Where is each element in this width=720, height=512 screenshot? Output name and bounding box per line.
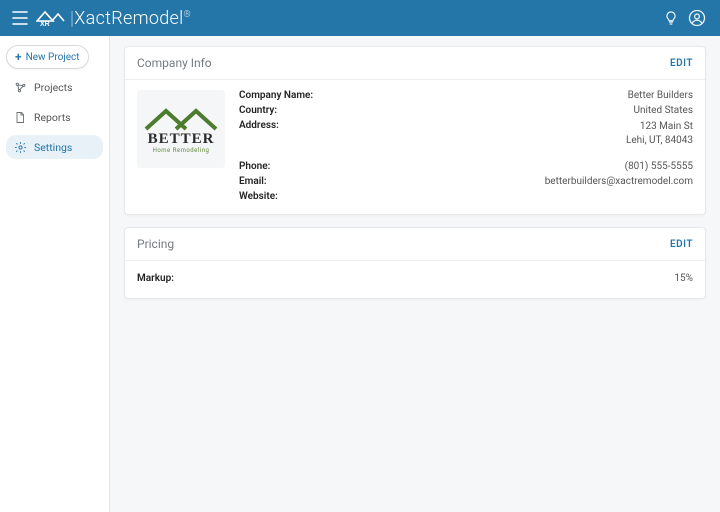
sidebar: + New Project Projects Reports Settings xyxy=(0,36,110,512)
reports-icon xyxy=(13,110,27,124)
markup-value: 15% xyxy=(674,273,693,284)
phone-label: Phone: xyxy=(239,161,349,172)
sidebar-item-settings[interactable]: Settings xyxy=(6,135,103,159)
website-value xyxy=(349,191,693,202)
roof-icon xyxy=(142,105,220,133)
new-project-label: New Project xyxy=(26,52,80,63)
website-label: Website: xyxy=(239,191,349,202)
company-edit-button[interactable]: EDIT xyxy=(670,58,693,69)
sidebar-item-label: Settings xyxy=(34,141,72,154)
company-logo: BETTER Home Remodeling xyxy=(137,90,225,168)
new-project-button[interactable]: + New Project xyxy=(6,45,89,69)
brand-name: |XactRemodel® xyxy=(70,8,191,29)
main-content: Company Info EDIT BETTER Home Remodeling xyxy=(110,36,720,512)
company-info-card: Company Info EDIT BETTER Home Remodeling xyxy=(124,46,706,215)
email-label: Email: xyxy=(239,176,349,187)
email-value: betterbuilders@xactremodel.com xyxy=(349,176,693,187)
markup-label: Markup: xyxy=(137,273,174,284)
brand-logo-icon: XR xyxy=(36,7,66,29)
pricing-edit-button[interactable]: EDIT xyxy=(670,239,693,250)
settings-icon xyxy=(13,140,27,154)
company-logo-sub: Home Remodeling xyxy=(153,147,210,154)
address-label: Address: xyxy=(239,120,349,147)
card-title: Company Info xyxy=(137,56,212,70)
projects-icon xyxy=(13,80,27,94)
topbar: XR |XactRemodel® xyxy=(0,0,720,36)
account-icon[interactable] xyxy=(684,5,710,31)
svg-text:XR: XR xyxy=(40,21,50,28)
sidebar-item-reports[interactable]: Reports xyxy=(6,105,103,129)
menu-icon[interactable] xyxy=(10,8,30,28)
sidebar-item-label: Reports xyxy=(34,111,71,124)
pricing-card: Pricing EDIT Markup: 15% xyxy=(124,227,706,299)
card-title: Pricing xyxy=(137,237,174,251)
pricing-row-markup: Markup: 15% xyxy=(137,271,693,286)
country-value: United States xyxy=(349,105,693,116)
lightbulb-icon[interactable] xyxy=(658,5,684,31)
company-name-label: Company Name: xyxy=(239,90,349,101)
plus-icon: + xyxy=(15,51,22,63)
address-value: 123 Main St Lehi, UT, 84043 xyxy=(349,120,693,147)
phone-value: (801) 555-5555 xyxy=(349,161,693,172)
sidebar-item-projects[interactable]: Projects xyxy=(6,75,103,99)
country-label: Country: xyxy=(239,105,349,116)
sidebar-item-label: Projects xyxy=(34,81,73,94)
company-logo-word: BETTER xyxy=(148,131,215,148)
company-info-grid: Company Name: Better Builders Country: U… xyxy=(239,90,693,202)
company-name-value: Better Builders xyxy=(349,90,693,101)
